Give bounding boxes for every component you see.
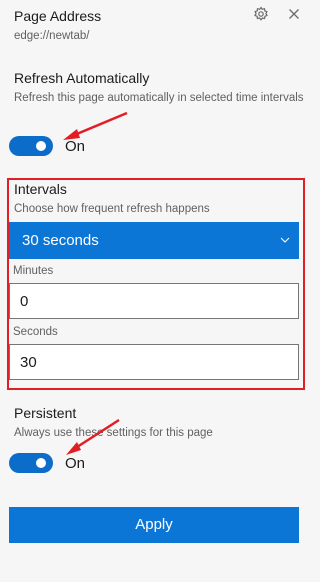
- annotation-arrows: [63, 111, 128, 455]
- annotation-arrow-persistent: [66, 418, 120, 455]
- annotation-arrow-refresh: [63, 111, 128, 140]
- auto-refresh-panel: { "header": { "title": "Page Address", "…: [0, 0, 316, 582]
